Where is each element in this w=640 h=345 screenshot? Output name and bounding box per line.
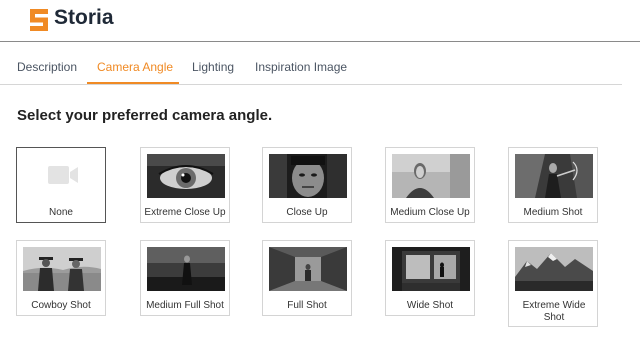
- app-header: Storia: [0, 0, 640, 41]
- angle-label: Medium Shot: [523, 207, 583, 218]
- angle-label: Wide Shot: [406, 300, 454, 311]
- angle-card-extreme-wide-shot[interactable]: Extreme Wide Shot: [508, 240, 598, 327]
- cowboy-shot-thumbnail: [23, 247, 101, 291]
- angle-card-medium-full-shot[interactable]: Medium Full Shot: [140, 240, 230, 316]
- angle-label: Close Up: [286, 207, 328, 218]
- medium-shot-thumbnail: [515, 154, 593, 198]
- tab-bar: Description Camera Angle Lighting Inspir…: [0, 42, 640, 84]
- tabs-divider: [0, 84, 622, 85]
- angle-card-close-up[interactable]: Close Up: [262, 147, 352, 223]
- angle-label: Full Shot: [287, 300, 327, 311]
- angle-card-medium-shot[interactable]: Medium Shot: [508, 147, 598, 223]
- close-up-thumbnail: [269, 154, 347, 198]
- video-camera-icon: [48, 166, 78, 184]
- page-heading: Select your preferred camera angle.: [17, 107, 273, 124]
- angle-card-none[interactable]: None: [16, 147, 106, 223]
- angle-card-extreme-close-up[interactable]: Extreme Close Up: [140, 147, 230, 223]
- angle-card-full-shot[interactable]: Full Shot: [262, 240, 352, 316]
- medium-close-up-thumbnail: [392, 154, 470, 198]
- angle-label: Medium Close Up: [390, 207, 470, 218]
- storia-logo-icon: [30, 9, 48, 31]
- angle-label: Extreme Wide Shot: [522, 300, 586, 323]
- tab-camera-angle[interactable]: Camera Angle: [97, 60, 173, 74]
- tab-lighting[interactable]: Lighting: [192, 60, 234, 74]
- angle-card-cowboy-shot[interactable]: Cowboy Shot: [16, 240, 106, 316]
- extreme-wide-shot-thumbnail: [515, 247, 593, 291]
- angle-label: Extreme Close Up: [144, 207, 226, 218]
- angle-label: Cowboy Shot: [31, 300, 91, 311]
- full-shot-thumbnail: [269, 247, 347, 291]
- medium-full-shot-thumbnail: [147, 247, 225, 291]
- angle-card-medium-close-up[interactable]: Medium Close Up: [385, 147, 475, 223]
- extreme-close-up-thumbnail: [147, 154, 225, 198]
- tab-inspiration-image[interactable]: Inspiration Image: [255, 60, 347, 74]
- angle-card-wide-shot[interactable]: Wide Shot: [385, 240, 475, 316]
- brand-name: Storia: [54, 6, 114, 29]
- tab-description[interactable]: Description: [17, 60, 77, 74]
- angle-label: None: [49, 207, 73, 218]
- angle-label: Medium Full Shot: [146, 300, 224, 311]
- wide-shot-thumbnail: [392, 247, 470, 291]
